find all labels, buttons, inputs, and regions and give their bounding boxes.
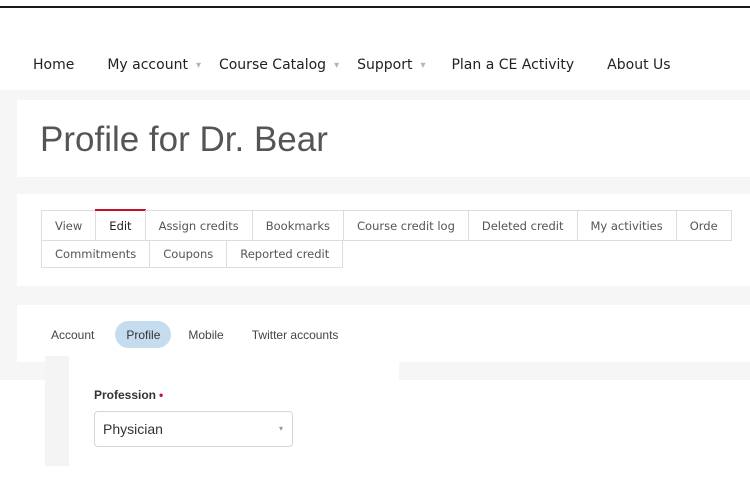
primary-tabs-card: View Edit Assign credits Bookmarks Cours… [17, 194, 750, 286]
required-marker: • [159, 388, 164, 402]
tab-bookmarks[interactable]: Bookmarks [251, 210, 344, 241]
nav-item-about-us[interactable]: About Us [607, 57, 670, 73]
chevron-down-icon: ▾ [195, 59, 201, 71]
title-card: Profile for Dr. Bear [17, 100, 750, 177]
primary-tabs-row-1: View Edit Assign credits Bookmarks Cours… [41, 209, 732, 241]
subtab-twitter-accounts[interactable]: Twitter accounts [241, 321, 350, 348]
nav-item-my-account[interactable]: My account ▾ [107, 57, 201, 73]
nav-item-course-catalog[interactable]: Course Catalog ▾ [219, 57, 339, 73]
tab-edit[interactable]: Edit [95, 209, 146, 241]
nav-label: Plan a CE Activity [451, 57, 575, 73]
profession-select-value: Physician [103, 421, 163, 437]
secondary-tabs: Account Profile Mobile Twitter accounts [40, 321, 355, 348]
subtab-account[interactable]: Account [40, 321, 105, 348]
subtab-mobile[interactable]: Mobile [177, 321, 234, 348]
profession-label-text: Profession [94, 388, 157, 402]
tab-view[interactable]: View [41, 210, 97, 241]
page-title: Profile for Dr. Bear [40, 120, 328, 159]
nav-item-home[interactable]: Home [33, 57, 74, 73]
nav-label: Home [33, 57, 75, 73]
nav-item-plan-ce-activity[interactable]: Plan a CE Activity [451, 57, 574, 73]
tab-my-activities[interactable]: My activities [576, 210, 677, 241]
main-navigation: Home My account ▾ Course Catalog ▾ Suppo… [33, 57, 671, 73]
chevron-down-icon: ▾ [278, 424, 283, 433]
profession-label: Profession • [94, 388, 163, 402]
nav-label: My account [107, 57, 188, 73]
subtab-profile[interactable]: Profile [115, 321, 172, 348]
top-border [0, 6, 750, 8]
tab-reported-credit[interactable]: Reported credit [226, 241, 344, 268]
form-panel-edge [45, 356, 69, 466]
chevron-down-icon: ▾ [334, 59, 340, 71]
chevron-down-icon: ▾ [420, 59, 426, 71]
nav-label: Support [357, 57, 413, 73]
primary-tabs-row-2: Commitments Coupons Reported credit [41, 241, 344, 268]
secondary-tabs-card: Account Profile Mobile Twitter accounts [17, 305, 750, 362]
tab-assign-credits[interactable]: Assign credits [144, 210, 253, 241]
nav-label: About Us [607, 57, 671, 73]
nav-item-support[interactable]: Support ▾ [357, 57, 425, 73]
tab-deleted-credit[interactable]: Deleted credit [467, 210, 578, 241]
nav-label: Course Catalog [218, 57, 327, 73]
tab-commitments[interactable]: Commitments [41, 241, 151, 268]
tab-coupons[interactable]: Coupons [149, 241, 228, 268]
profession-select[interactable]: Physician ▾ [94, 411, 293, 447]
tab-orders[interactable]: Orde [675, 210, 732, 241]
tab-course-credit-log[interactable]: Course credit log [343, 210, 469, 241]
